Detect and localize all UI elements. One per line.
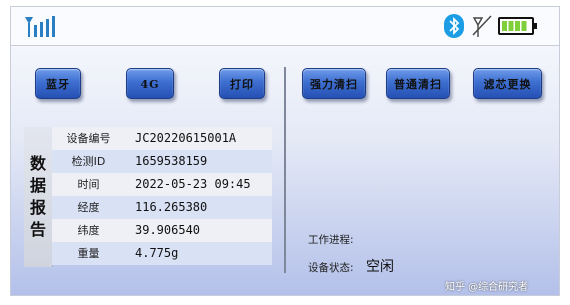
table-row: 时间 2022-05-23 09:45 <box>52 173 272 196</box>
no-signal-icon <box>472 15 492 37</box>
4g-button[interactable]: 4G <box>126 68 174 99</box>
row-value: 116.265380 <box>125 196 272 219</box>
table-row: 纬度 39.906540 <box>52 219 272 242</box>
strong-clean-button[interactable]: 强力清扫 <box>302 68 366 99</box>
bluetooth-button[interactable]: 蓝牙 <box>35 68 81 99</box>
bluetooth-icon[interactable] <box>444 14 464 38</box>
table-row: 检测ID 1659538159 <box>52 150 272 173</box>
device-state-value: 空闲 <box>366 259 394 275</box>
row-label: 时间 <box>52 173 125 196</box>
row-label: 检测ID <box>52 150 125 173</box>
signal-strength-icon <box>25 16 55 37</box>
battery-full-icon <box>498 17 537 35</box>
device-state-label: 设备状态: <box>308 262 354 274</box>
table-row: 经度 116.265380 <box>52 196 272 219</box>
row-label: 设备编号 <box>52 127 125 150</box>
table-row: 重量 4.775g <box>52 242 272 265</box>
report-title: 数 据 报 告 <box>24 127 53 267</box>
row-value: 4.775g <box>125 242 272 265</box>
device-screen: 蓝牙 4G 打印 强力清扫 普通清扫 滤芯更换 数 据 报 告 设备编号 JC2… <box>10 6 560 296</box>
normal-clean-button[interactable]: 普通清扫 <box>386 68 450 99</box>
data-report-table: 数 据 报 告 设备编号 JC20220615001A 检测ID 1659538… <box>24 127 272 267</box>
table-row: 设备编号 JC20220615001A <box>52 127 272 150</box>
panel-divider <box>284 67 286 273</box>
status-bar <box>11 7 559 46</box>
row-value: 2022-05-23 09:45 <box>125 173 272 196</box>
row-value: 1659538159 <box>125 150 272 173</box>
row-label: 经度 <box>52 196 125 219</box>
filter-replace-button[interactable]: 滤芯更换 <box>473 68 542 99</box>
watermark: 知乎 @综合研究者 <box>445 282 529 293</box>
row-label: 纬度 <box>52 219 125 242</box>
print-button[interactable]: 打印 <box>219 68 265 99</box>
row-label: 重量 <box>52 242 125 265</box>
work-progress-label: 工作进程: <box>308 234 354 246</box>
row-value: 39.906540 <box>125 219 272 242</box>
row-value: JC20220615001A <box>125 127 272 150</box>
